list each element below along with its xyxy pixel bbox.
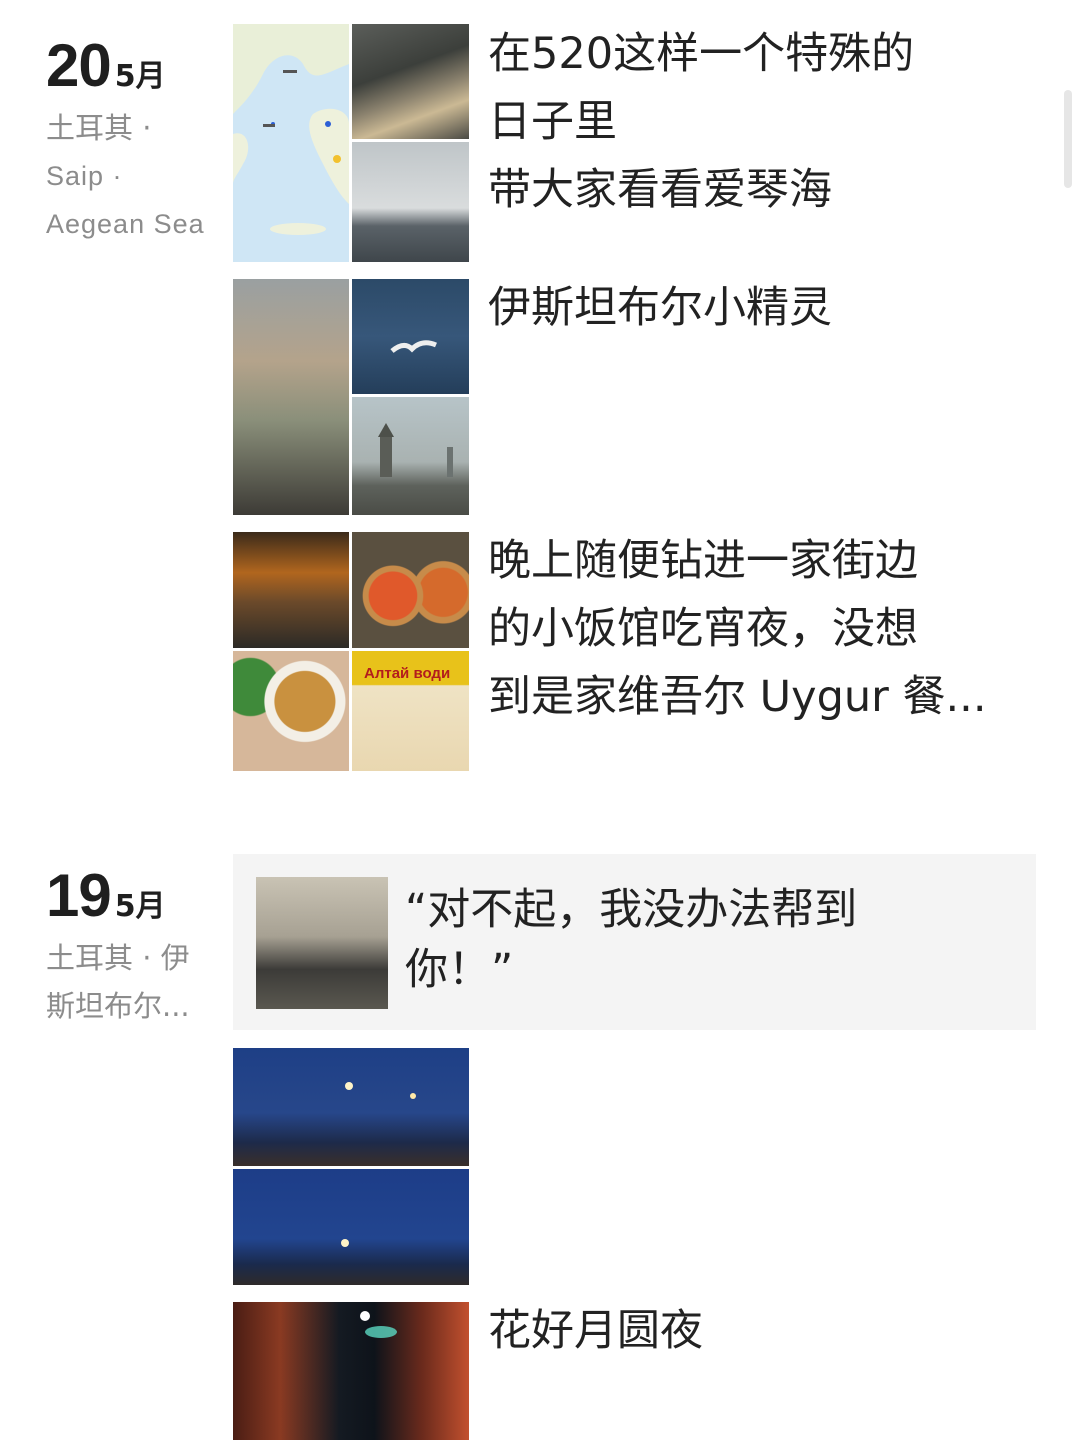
shared-article-title: “对不起，我没办法帮到 你！” xyxy=(405,885,858,995)
location-line: Saip · xyxy=(46,161,123,191)
date-month: 5月 xyxy=(114,59,166,94)
post-photo-night-street[interactable] xyxy=(233,1302,469,1440)
post-text[interactable]: 花好月圆夜 xyxy=(488,1297,1028,1365)
post-photo-pilaf[interactable] xyxy=(233,651,349,771)
post-photo-street-restaurant[interactable] xyxy=(233,532,349,648)
location-line: Aegean Sea xyxy=(46,209,205,239)
location-label[interactable]: 土耳其 · Saip · Aegean Sea xyxy=(46,104,205,248)
date-day: 19 xyxy=(46,862,112,929)
date-month: 5月 xyxy=(114,889,166,924)
location-line: 斯坦布尔... xyxy=(46,989,190,1023)
post-photo-night-moon-1[interactable] xyxy=(233,1048,469,1166)
map-icon xyxy=(233,24,349,262)
street-lamp-icon xyxy=(360,1311,397,1338)
post-text[interactable]: 晚上随便钻进一家街边 的小饭馆吃宵夜，没想 到是家维吾尔 Uygur 餐... xyxy=(488,527,1028,731)
post-photo-rooftops[interactable] xyxy=(233,279,349,515)
date-header-20: 20 5月 xyxy=(46,36,166,96)
post-photo-galata-tower[interactable] xyxy=(352,397,469,515)
moon-icon xyxy=(341,1239,349,1247)
post-photo-map[interactable] xyxy=(233,24,349,262)
post-photo-night-moon-2[interactable] xyxy=(233,1169,469,1285)
seagull-icon xyxy=(390,340,437,353)
tower-icon xyxy=(378,423,453,477)
date-header-19: 19 5月 xyxy=(46,866,166,926)
post-text[interactable]: 在520这样一个特殊的 日子里 带大家看看爱琴海 xyxy=(488,20,1028,224)
post-photo-seagull[interactable] xyxy=(352,279,469,394)
moon-icon xyxy=(345,1082,416,1099)
post-photo-shore[interactable] xyxy=(352,24,469,139)
shared-article-card[interactable]: “对不起，我没办法帮到 你！” xyxy=(233,854,1036,1030)
date-day: 20 xyxy=(46,32,112,99)
post-text[interactable]: 伊斯坦布尔小精灵 xyxy=(488,274,1028,342)
post-photo-soup-bowls[interactable] xyxy=(352,532,469,648)
location-label[interactable]: 土耳其 · 伊 斯坦布尔... xyxy=(46,934,190,1030)
location-line: 土耳其 · xyxy=(46,111,152,145)
shared-article-thumbnail xyxy=(256,877,388,1009)
location-line: 土耳其 · 伊 xyxy=(46,941,190,975)
scrollbar[interactable] xyxy=(1064,90,1072,188)
menu-sign-text: Алтай води xyxy=(364,665,451,682)
post-photo-menu-board[interactable]: Алтай води xyxy=(352,651,469,771)
post-photo-sea-person[interactable] xyxy=(352,142,469,262)
